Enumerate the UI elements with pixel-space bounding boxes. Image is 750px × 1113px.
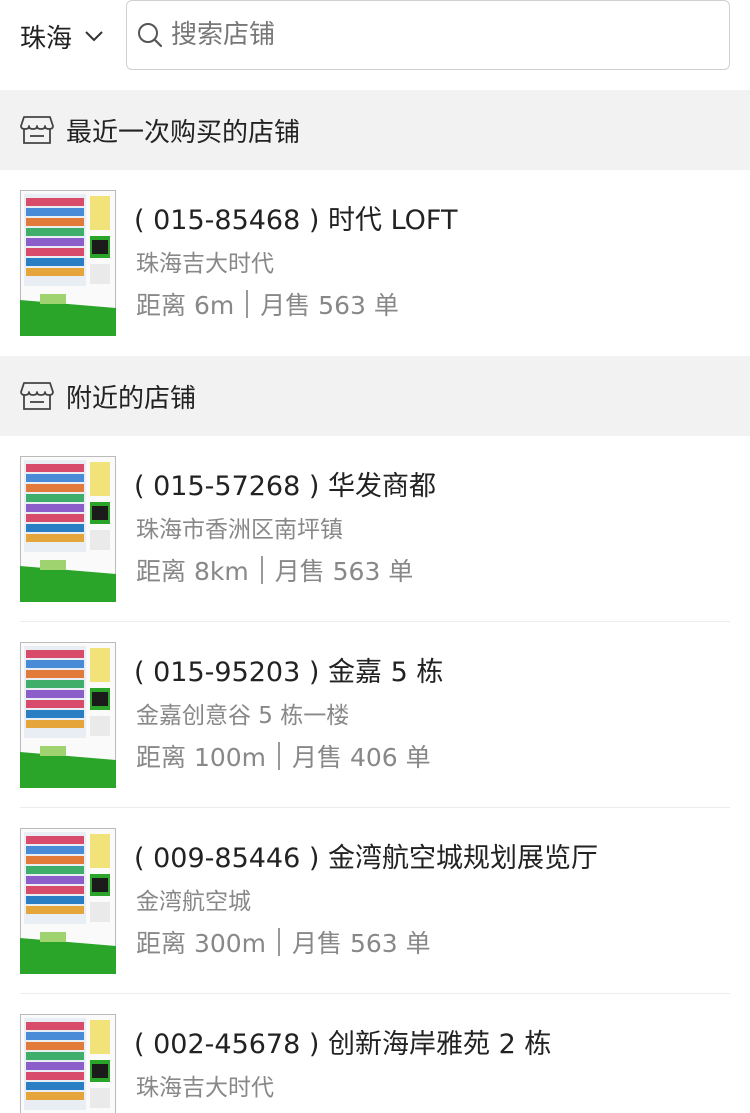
- section-nearby-header: 附近的店铺: [0, 356, 750, 436]
- store-address: 珠海吉大时代: [136, 1075, 274, 1101]
- store-distance: 距离 100m: [136, 743, 267, 772]
- store-card[interactable]: ( 002-45678 ) 创新海岸雅苑 2 栋 珠海吉大时代: [0, 994, 750, 1113]
- store-meta: 距离 8km 月售 563 单: [136, 552, 413, 588]
- section-nearby-title: 附近的店铺: [66, 383, 197, 414]
- city-selector[interactable]: 珠海: [20, 16, 104, 56]
- store-meta: 距离 6m 月售 563 单: [136, 286, 399, 322]
- shop-icon: [20, 116, 54, 144]
- vending-machine-image: [20, 642, 116, 788]
- city-label: 珠海: [20, 23, 73, 54]
- store-title: ( 015-57268 ) 华发商都: [134, 471, 436, 502]
- vending-machine-image: [20, 190, 116, 336]
- store-card-recent[interactable]: ( 015-85468 ) 时代 LOFT 珠海吉大时代 距离 6m 月售 56…: [0, 170, 750, 356]
- store-title: ( 015-85468 ) 时代 LOFT: [134, 205, 458, 236]
- store-card[interactable]: ( 015-95203 ) 金嘉 5 栋 金嘉创意谷 5 栋一楼 距离 100m…: [0, 622, 750, 808]
- meta-separator: [278, 742, 281, 770]
- store-address: 珠海市香洲区南坪镇: [136, 517, 343, 543]
- search-input[interactable]: [171, 20, 711, 50]
- store-address: 金嘉创意谷 5 栋一楼: [136, 703, 350, 729]
- vending-machine-image: [20, 1014, 116, 1113]
- store-title: ( 015-95203 ) 金嘉 5 栋: [134, 657, 444, 688]
- meta-separator: [278, 928, 281, 956]
- store-meta: 距离 100m 月售 406 单: [136, 738, 431, 774]
- store-sales: 月售 563 单: [260, 291, 399, 320]
- meta-separator: [260, 556, 263, 584]
- store-card[interactable]: ( 015-57268 ) 华发商都 珠海市香洲区南坪镇 距离 8km 月售 5…: [0, 436, 750, 622]
- section-recent-header: 最近一次购买的店铺: [0, 90, 750, 170]
- shop-icon: [20, 382, 54, 410]
- store-sales: 月售 563 单: [274, 557, 414, 586]
- store-distance: 距离 300m: [136, 929, 267, 958]
- meta-separator: [246, 290, 249, 318]
- vending-machine-image: [20, 456, 116, 602]
- store-meta: 距离 300m 月售 563 单: [136, 924, 431, 960]
- store-sales: 月售 406 单: [292, 743, 431, 772]
- top-bar: 珠海: [0, 0, 750, 90]
- store-address: 珠海吉大时代: [136, 251, 274, 277]
- store-distance: 距离 8km: [136, 557, 249, 586]
- store-title: ( 002-45678 ) 创新海岸雅苑 2 栋: [134, 1029, 552, 1060]
- store-sales: 月售 563 单: [292, 929, 431, 958]
- chevron-down-icon: [85, 31, 103, 42]
- section-recent-title: 最近一次购买的店铺: [66, 117, 301, 148]
- search-bar[interactable]: [126, 0, 730, 70]
- store-title: ( 009-85446 ) 金湾航空城规划展览厅: [134, 843, 598, 874]
- store-card[interactable]: ( 009-85446 ) 金湾航空城规划展览厅 金湾航空城 距离 300m 月…: [0, 808, 750, 994]
- vending-machine-image: [20, 828, 116, 974]
- store-address: 金湾航空城: [136, 889, 251, 915]
- search-icon: [138, 23, 163, 48]
- store-distance: 距离 6m: [136, 291, 235, 320]
